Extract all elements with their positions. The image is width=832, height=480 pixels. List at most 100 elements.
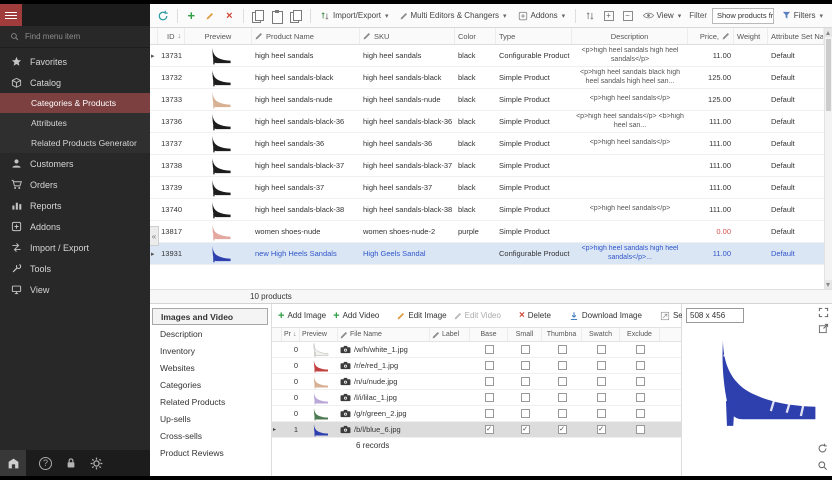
sidebar-item-favorites[interactable]: Favorites xyxy=(0,51,150,72)
table-row[interactable]: 13740 high heel sandals-black-38 high he… xyxy=(150,199,832,221)
category-filter-select[interactable]: Show products from selected categories xyxy=(712,8,774,24)
col-sku[interactable]: SKU xyxy=(360,28,455,44)
col-product-name[interactable]: Product Name xyxy=(252,28,360,44)
col-weight[interactable]: Weight xyxy=(734,28,768,44)
tab-product-reviews[interactable]: Product Reviews xyxy=(150,444,271,461)
col-color[interactable]: Color xyxy=(455,28,496,44)
add-product-button[interactable]: + xyxy=(184,8,198,24)
zoom-icon[interactable] xyxy=(817,460,828,471)
sidebar-item-attributes[interactable]: Attributes xyxy=(0,113,150,133)
delete-image-button[interactable]: ×Delete xyxy=(519,311,551,321)
resize-dimensions-input[interactable] xyxy=(686,308,744,323)
table-row[interactable]: 13732 high heel sandals-black high heel … xyxy=(150,67,832,89)
col-pr[interactable]: Pr↓ xyxy=(282,328,300,341)
image-row[interactable]: 0 /r/e/red_1.jpg xyxy=(272,358,681,374)
rotate-icon[interactable] xyxy=(817,443,828,454)
image-row[interactable]: 0 /l/i/lilac_1.jpg xyxy=(272,390,681,406)
col-type[interactable]: Type xyxy=(496,28,572,44)
thumbnail-checkbox[interactable] xyxy=(558,377,567,386)
image-row[interactable]: 0 /g/r/green_2.jpg xyxy=(272,406,681,422)
store-button[interactable] xyxy=(0,450,26,476)
tab-images-and-video[interactable]: Images and Video xyxy=(152,308,268,325)
exclude-checkbox[interactable] xyxy=(636,409,645,418)
swatch-checkbox[interactable] xyxy=(597,393,606,402)
delete-product-button[interactable]: × xyxy=(222,8,236,24)
col-description[interactable]: Description xyxy=(572,28,688,44)
multi-editors-menu[interactable]: Multi Editors & Changers xyxy=(397,8,510,24)
base-checkbox[interactable] xyxy=(485,409,494,418)
tab-cross-sells[interactable]: Cross-sells xyxy=(150,427,271,444)
help-button[interactable]: ? xyxy=(39,457,52,470)
duplicate-button[interactable] xyxy=(289,8,303,24)
swatch-checkbox[interactable] xyxy=(597,377,606,386)
small-checkbox[interactable] xyxy=(521,409,530,418)
thumbnail-checkbox[interactable] xyxy=(558,425,567,434)
row-expander[interactable]: ▸ xyxy=(150,52,158,60)
table-row[interactable]: 13739 high heel sandals-37 high heel san… xyxy=(150,177,832,199)
edit-image-button[interactable]: Edit Image xyxy=(397,311,446,320)
small-checkbox[interactable] xyxy=(521,425,530,434)
col-label[interactable]: Label xyxy=(430,328,470,341)
col-image-preview[interactable]: Preview xyxy=(300,328,338,341)
table-row[interactable]: 13736 high heel sandals-black-36 high he… xyxy=(150,111,832,133)
row-expander[interactable]: ▸ xyxy=(150,250,158,258)
scroll-down-arrow[interactable] xyxy=(825,280,832,289)
collapse-all-button[interactable]: − xyxy=(621,8,635,24)
base-checkbox[interactable] xyxy=(485,377,494,386)
col-file-name[interactable]: File Name xyxy=(338,328,430,341)
tab-description[interactable]: Description xyxy=(150,325,271,342)
tab-related-products[interactable]: Related Products xyxy=(150,393,271,410)
image-row[interactable]: ▸ 1 /b/l/blue_6.jpg xyxy=(272,422,681,438)
addons-menu[interactable]: Addons xyxy=(515,8,569,24)
view-menu[interactable]: View xyxy=(640,8,685,24)
lock-button[interactable] xyxy=(65,457,77,469)
base-checkbox[interactable] xyxy=(485,345,494,354)
scroll-up-arrow[interactable] xyxy=(825,28,832,37)
sidebar-item-customers[interactable]: Customers xyxy=(0,153,150,174)
col-swatch[interactable]: Swatch xyxy=(582,328,620,341)
exclude-checkbox[interactable] xyxy=(636,345,645,354)
swatch-checkbox[interactable] xyxy=(597,409,606,418)
tab-categories[interactable]: Categories xyxy=(150,376,271,393)
fullscreen-icon[interactable] xyxy=(818,307,829,318)
swatch-checkbox[interactable] xyxy=(597,361,606,370)
tab-inventory[interactable]: Inventory xyxy=(150,342,271,359)
filters-button[interactable]: Filters xyxy=(779,8,826,24)
edit-product-button[interactable] xyxy=(203,8,217,24)
thumbnail-checkbox[interactable] xyxy=(558,361,567,370)
sidebar-item-view[interactable]: View xyxy=(0,279,150,300)
paste-button[interactable] xyxy=(270,8,284,24)
table-row[interactable]: ▸ 13731 high heel sandals high heel sand… xyxy=(150,45,832,67)
table-row[interactable]: 13737 high heel sandals-36 high heel san… xyxy=(150,133,832,155)
exclude-checkbox[interactable] xyxy=(636,393,645,402)
sidebar-item-related-products-generator[interactable]: Related Products Generator xyxy=(0,133,150,153)
col-id[interactable]: ID↓ xyxy=(158,28,185,44)
download-image-button[interactable]: Download Image xyxy=(569,311,642,321)
hamburger-menu-icon[interactable] xyxy=(0,4,22,26)
import-export-menu[interactable]: Import/Export xyxy=(317,8,392,24)
small-checkbox[interactable] xyxy=(521,393,530,402)
swatch-checkbox[interactable] xyxy=(597,425,606,434)
scroll-thumb[interactable] xyxy=(826,39,831,111)
menu-search-input[interactable]: Find menu item xyxy=(0,26,150,48)
col-small[interactable]: Small xyxy=(508,328,542,341)
swatch-checkbox[interactable] xyxy=(597,345,606,354)
add-video-button[interactable]: +Add Video xyxy=(333,311,379,321)
table-row[interactable]: ▸ 13931 new High Heels Sandals High Geel… xyxy=(150,243,832,265)
col-thumbnail[interactable]: Thumbna xyxy=(542,328,582,341)
copy-button[interactable] xyxy=(251,8,265,24)
exclude-checkbox[interactable] xyxy=(636,425,645,434)
sidebar-item-import-export[interactable]: Import / Export xyxy=(0,237,150,258)
table-row[interactable]: 13738 high heel sandals-black-37 high he… xyxy=(150,155,832,177)
base-checkbox[interactable] xyxy=(485,361,494,370)
vertical-scrollbar[interactable] xyxy=(824,28,832,289)
sort-button[interactable] xyxy=(583,8,597,24)
table-row[interactable]: 13817 women shoes-nude women shoes-nude-… xyxy=(150,221,832,243)
thumbnail-checkbox[interactable] xyxy=(558,393,567,402)
table-row[interactable]: 13733 high heel sandals-nude high heel s… xyxy=(150,89,832,111)
col-preview[interactable]: Preview xyxy=(185,28,252,44)
col-price[interactable]: Price, xyxy=(688,28,734,44)
sidebar-item-categories-products[interactable]: Categories & Products xyxy=(0,93,150,113)
tab-up-sells[interactable]: Up-sells xyxy=(150,410,271,427)
sidebar-item-orders[interactable]: Orders xyxy=(0,174,150,195)
